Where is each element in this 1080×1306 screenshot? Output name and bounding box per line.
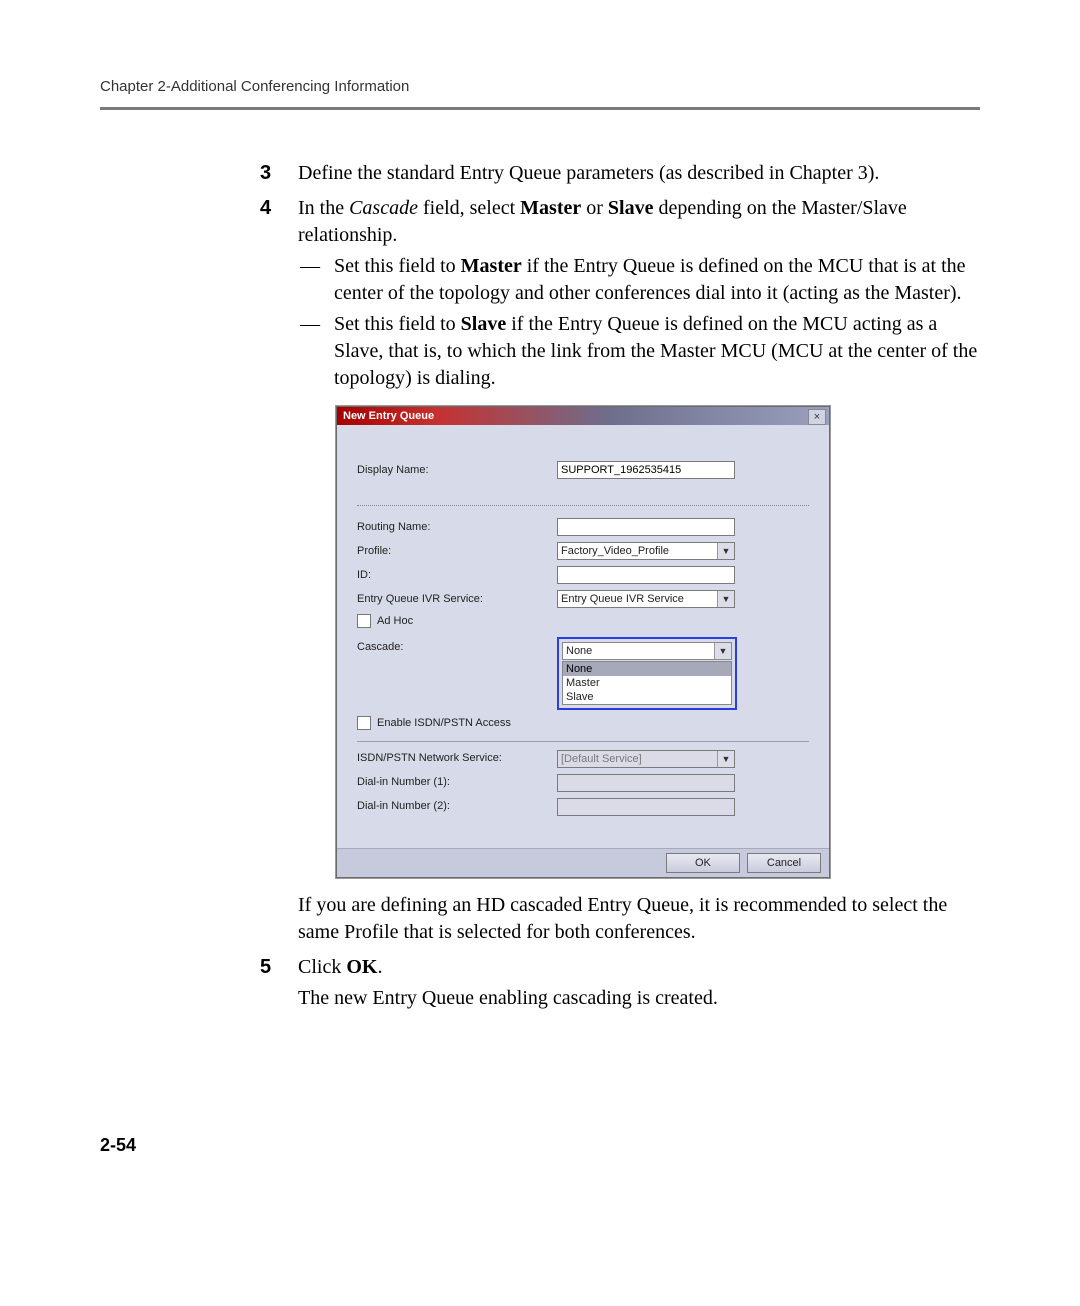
row-id: ID: bbox=[357, 566, 809, 584]
t-bold: Master bbox=[520, 197, 581, 219]
ivr-combo[interactable]: Entry Queue IVR Service ▼ bbox=[557, 590, 735, 608]
bullet-item: — Set this field to Master if the Entry … bbox=[298, 253, 980, 307]
row-dial2: Dial-in Number (2): bbox=[357, 798, 809, 816]
document-page: Chapter 2-Additional Conferencing Inform… bbox=[0, 0, 1080, 1306]
close-icon[interactable]: × bbox=[808, 409, 826, 425]
cascade-option-master[interactable]: Master bbox=[563, 676, 731, 690]
page-number: 2-54 bbox=[100, 1135, 136, 1156]
row-enable-isdn: Enable ISDN/PSTN Access bbox=[357, 716, 809, 731]
t: Click bbox=[298, 956, 346, 978]
t-bold: Master bbox=[461, 255, 522, 277]
label-profile: Profile: bbox=[357, 544, 557, 559]
label-isdn-service: ISDN/PSTN Network Service: bbox=[357, 751, 557, 766]
cancel-button[interactable]: Cancel bbox=[747, 853, 821, 873]
step-4: 4 In the Cascade field, select Master or… bbox=[260, 195, 980, 950]
display-name-input[interactable] bbox=[557, 461, 735, 479]
chevron-down-icon: ▼ bbox=[714, 643, 731, 659]
bullet-text: Set this field to Slave if the Entry Que… bbox=[334, 311, 980, 392]
cascade-highlight: None ▼ None Master Slave bbox=[557, 637, 737, 710]
step-number: 3 bbox=[260, 160, 298, 191]
cascade-combo[interactable]: None ▼ bbox=[562, 642, 732, 660]
step-number: 5 bbox=[260, 954, 298, 1016]
ok-button[interactable]: OK bbox=[666, 853, 740, 873]
row-adhoc: Ad Hoc bbox=[357, 614, 809, 629]
separator-solid bbox=[357, 741, 809, 742]
label-dial2: Dial-in Number (2): bbox=[357, 799, 557, 814]
combo-value: Factory_Video_Profile bbox=[561, 545, 669, 557]
dialog-title: New Entry Queue bbox=[343, 410, 434, 422]
bullet-dash: — bbox=[298, 253, 334, 307]
combo-value: [Default Service] bbox=[561, 753, 642, 765]
routing-name-input[interactable] bbox=[557, 518, 735, 536]
label-enable-isdn: Enable ISDN/PSTN Access bbox=[377, 716, 511, 731]
bullet-text: Set this field to Master if the Entry Qu… bbox=[334, 253, 980, 307]
step-3: 3 Define the standard Entry Queue parame… bbox=[260, 160, 980, 191]
row-dial1: Dial-in Number (1): bbox=[357, 774, 809, 792]
row-profile: Profile: Factory_Video_Profile ▼ bbox=[357, 542, 809, 560]
label-adhoc: Ad Hoc bbox=[377, 614, 413, 629]
t-bold: Slave bbox=[461, 313, 507, 335]
label-routing-name: Routing Name: bbox=[357, 520, 557, 535]
t: In the bbox=[298, 197, 349, 219]
row-cascade: Cascade: None ▼ None Master bbox=[357, 637, 809, 710]
dialog-body: Display Name: Routing Name: Profile: bbox=[337, 425, 829, 848]
step-number: 4 bbox=[260, 195, 298, 950]
dialog-titlebar: New Entry Queue × bbox=[337, 407, 829, 425]
bullet-list: — Set this field to Master if the Entry … bbox=[298, 253, 980, 392]
t: Set this field to bbox=[334, 313, 461, 335]
row-routing-name: Routing Name: bbox=[357, 518, 809, 536]
chevron-down-icon: ▼ bbox=[717, 751, 734, 767]
after-dialog-text: If you are defining an HD cascaded Entry… bbox=[298, 892, 980, 946]
dialog-footer: OK Cancel bbox=[337, 848, 829, 877]
label-dial1: Dial-in Number (1): bbox=[357, 775, 557, 790]
isdn-service-combo: [Default Service] ▼ bbox=[557, 750, 735, 768]
new-entry-queue-dialog: New Entry Queue × Display Name: Routing … bbox=[336, 406, 830, 878]
step-body: Click OK. The new Entry Queue enabling c… bbox=[298, 954, 980, 1016]
dial2-input bbox=[557, 798, 735, 816]
t: field, select bbox=[418, 197, 520, 219]
chevron-down-icon: ▼ bbox=[717, 543, 734, 559]
combo-value: Entry Queue IVR Service bbox=[561, 593, 684, 605]
t-bold: OK bbox=[346, 956, 377, 978]
step-intro: In the Cascade field, select Master or S… bbox=[298, 195, 980, 249]
t-italic: Cascade bbox=[349, 197, 418, 219]
step-5: 5 Click OK. The new Entry Queue enabling… bbox=[260, 954, 980, 1016]
step-text: Click OK. bbox=[298, 954, 980, 981]
step-body: Define the standard Entry Queue paramete… bbox=[298, 160, 980, 191]
t: . bbox=[377, 956, 382, 978]
chevron-down-icon: ▼ bbox=[717, 591, 734, 607]
dial1-input bbox=[557, 774, 735, 792]
cascade-option-none[interactable]: None bbox=[563, 662, 731, 676]
label-cascade: Cascade: bbox=[357, 637, 557, 655]
label-ivr: Entry Queue IVR Service: bbox=[357, 592, 557, 607]
label-display-name: Display Name: bbox=[357, 463, 557, 478]
header-divider bbox=[100, 107, 980, 110]
adhoc-checkbox[interactable] bbox=[357, 614, 371, 628]
cascade-options-list[interactable]: None Master Slave bbox=[562, 661, 732, 705]
t: Set this field to bbox=[334, 255, 461, 277]
step-body: In the Cascade field, select Master or S… bbox=[298, 195, 980, 950]
label-id: ID: bbox=[357, 568, 557, 583]
id-input[interactable] bbox=[557, 566, 735, 584]
enable-isdn-checkbox[interactable] bbox=[357, 716, 371, 730]
bullet-item: — Set this field to Slave if the Entry Q… bbox=[298, 311, 980, 392]
row-isdn-service: ISDN/PSTN Network Service: [Default Serv… bbox=[357, 750, 809, 768]
profile-combo[interactable]: Factory_Video_Profile ▼ bbox=[557, 542, 735, 560]
row-ivr: Entry Queue IVR Service: Entry Queue IVR… bbox=[357, 590, 809, 608]
t: or bbox=[581, 197, 608, 219]
t-bold: Slave bbox=[608, 197, 654, 219]
cascade-option-slave[interactable]: Slave bbox=[563, 690, 731, 704]
chapter-header: Chapter 2-Additional Conferencing Inform… bbox=[100, 78, 980, 95]
bullet-dash: — bbox=[298, 311, 334, 392]
combo-value: None bbox=[566, 645, 592, 657]
row-display-name: Display Name: bbox=[357, 461, 809, 479]
body-content: 3 Define the standard Entry Queue parame… bbox=[260, 160, 980, 1016]
step-followup: The new Entry Queue enabling cascading i… bbox=[298, 985, 980, 1012]
step-text: Define the standard Entry Queue paramete… bbox=[298, 160, 980, 187]
separator-dotted bbox=[357, 505, 809, 506]
